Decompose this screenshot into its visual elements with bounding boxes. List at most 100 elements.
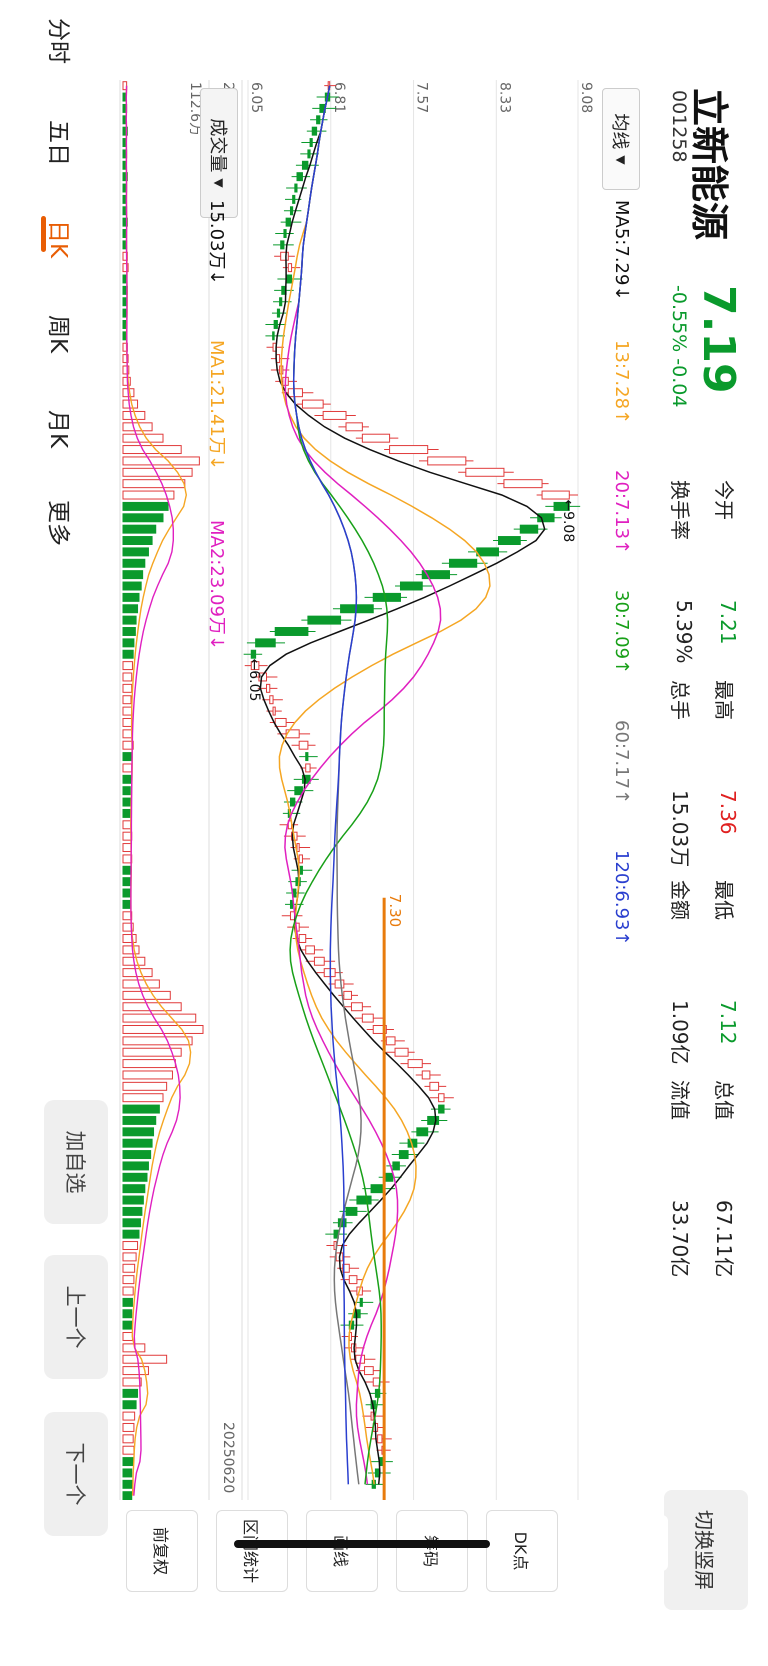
volume-bar [122,194,127,204]
price-line-label: 7.30 [386,894,404,927]
volume-bar [122,808,131,818]
candle-body [309,138,313,148]
stat-label: 流值 [668,1080,692,1120]
candle-body [285,217,291,227]
stock-name: 立新能源 [687,88,731,241]
volume-bar [122,1195,144,1205]
y-tick-label: 7.57 [414,82,430,113]
volume-bar [122,752,133,762]
volume-bar [122,592,140,602]
candle-body [292,194,296,204]
candle-body [398,1150,409,1160]
candle-body [427,456,467,466]
volume-bar [122,717,133,727]
ma30-value: 30:7.09↑ [611,590,632,675]
volume-bar [122,990,171,1000]
volume-selector[interactable]: 成交量 ▼ [200,88,238,218]
period-yuek[interactable]: 月K [44,410,78,448]
y-tick-label: 8.33 [496,82,512,113]
candle-body [421,1070,431,1080]
period-rik[interactable]: 日K [44,220,78,258]
volume-bar [122,615,137,625]
volume-bar [122,115,127,125]
volume-bar [122,1388,139,1398]
volume-bar [122,706,133,716]
candle-body [307,149,311,159]
candle-body [448,558,478,568]
volume-bar [122,536,153,546]
period-wuri[interactable]: 五日 [44,120,78,166]
candle-body [289,899,294,909]
volume-bar [122,945,140,955]
candle-body [350,1002,363,1012]
candle-body [429,1081,440,1091]
volume-ma2: MA2:23.09万↓ [206,520,227,650]
stat-value: 15.03万 [668,790,692,868]
stat-value: 1.09亿 [668,1000,692,1065]
volume-bar [122,1161,149,1171]
landscape-stage: 立新能源 001258 7.19 -0.55% -0.04 今开 7.21 最高… [0,0,768,1666]
volume-bar [122,1241,139,1251]
ma-selector[interactable]: 均线 ▼ [602,88,640,190]
tool-button[interactable]: 筹码 [396,1510,468,1592]
candle-body [298,740,309,750]
period-zhouk[interactable]: 周K [44,315,78,353]
candle-body [301,399,324,409]
next-button[interactable]: 下一个 [44,1412,108,1536]
volume-bar [122,1286,134,1296]
stat-label: 换手率 [668,480,692,540]
volume-bar [122,627,136,636]
volume-bar [122,1115,157,1125]
volume-bar [122,899,132,909]
period-fenshi[interactable]: 分时 [44,18,78,64]
volume-bar [122,638,135,648]
candle-body [356,1195,372,1205]
volume-bar [122,570,144,580]
volume-bar [122,1297,133,1307]
candle-body [370,1411,374,1421]
candle-body [298,934,307,943]
ma-selector-label: 均线 [609,113,630,150]
price-change: -0.55% -0.04 [668,285,690,407]
active-indicator [41,216,46,252]
candle-body [250,649,257,659]
max-marker: ←9.08 [560,499,576,542]
candle-body [298,854,303,864]
volume-selector-label: 成交量 [207,118,228,173]
volume-ma1: MA1:21.41万↓ [206,340,227,470]
volume-bar [122,1411,136,1421]
ma-line [284,85,442,1485]
tool-button[interactable]: DK点 [486,1510,558,1592]
candle-body [497,536,521,546]
previous-button[interactable]: 上一个 [44,1255,108,1379]
kline-chart[interactable]: 9.088.337.576.816.052024110520250620112.… [118,80,598,1500]
candle-body [273,319,278,329]
volume-bar [122,229,127,238]
tool-button[interactable]: 区间统计 [216,1510,288,1592]
volume-bar [122,1218,141,1228]
period-more[interactable]: 更多 [44,500,78,546]
candle-body [296,843,300,853]
volume-bar [122,1332,133,1341]
stat-label: 今开 [712,480,736,520]
tool-button[interactable]: 前复权 [126,1510,198,1592]
volume-bar [122,138,127,148]
stat-value: 7.21 [716,600,740,645]
y-tick-label: 9.08 [578,82,594,113]
candle-body [287,388,303,398]
candle-body [399,581,423,591]
candle-body [279,297,283,307]
volume-bar [122,1275,135,1285]
volume-bar [122,524,157,534]
volume-bar [122,820,132,830]
candle-body [345,422,363,432]
add-watchlist-button[interactable]: 加自选 [44,1100,108,1224]
candle-body [285,274,293,284]
volume-value: 15.03万↓ [206,200,227,285]
candle-body [519,524,539,534]
switch-portrait-button[interactable]: 切换竖屏 [664,1490,748,1610]
tool-button[interactable]: 画线 [306,1510,378,1592]
candle-body [394,1047,409,1057]
y-tick-label: 6.05 [248,82,264,113]
candle-body [307,615,342,625]
